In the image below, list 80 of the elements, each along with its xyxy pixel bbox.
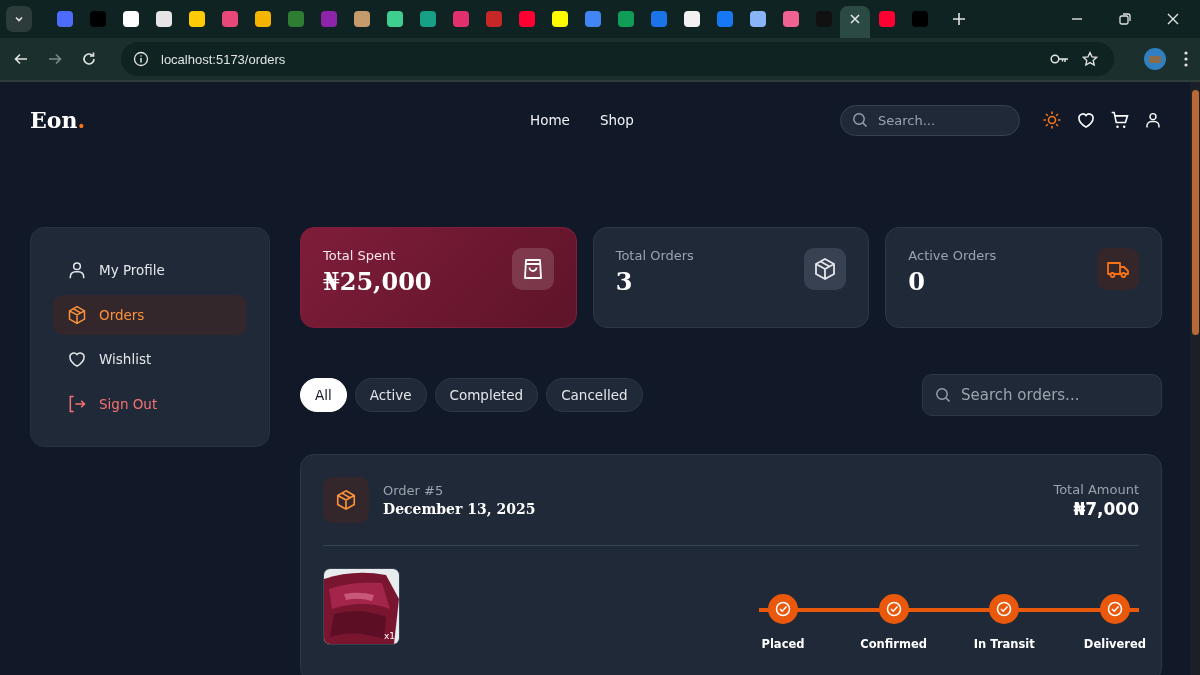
restore-icon[interactable] bbox=[1118, 12, 1132, 26]
favicon-icon bbox=[485, 11, 502, 27]
favicon-icon bbox=[56, 11, 73, 27]
favicon-icon bbox=[254, 11, 271, 27]
box-icon bbox=[813, 257, 838, 281]
favicon-icon bbox=[617, 11, 634, 27]
heart-icon[interactable] bbox=[1076, 110, 1096, 130]
favicon-icon bbox=[287, 11, 304, 27]
scrollbar-thumb[interactable] bbox=[1191, 90, 1199, 335]
close-icon[interactable] bbox=[849, 13, 861, 25]
nav-link[interactable]: Shop bbox=[599, 112, 634, 128]
star-icon[interactable] bbox=[1082, 51, 1098, 67]
total-label: Total Amount bbox=[1053, 481, 1139, 497]
filter-chip[interactable]: All bbox=[300, 378, 347, 412]
favicon-icon bbox=[683, 11, 700, 27]
favicon-icon bbox=[221, 11, 238, 27]
box-icon bbox=[335, 489, 357, 511]
total-amount: ₦7,000 bbox=[1073, 498, 1139, 519]
favicon-icon bbox=[122, 11, 139, 27]
box-icon bbox=[67, 304, 87, 325]
filter-chip[interactable]: Completed bbox=[434, 378, 539, 412]
order-number: Order #5 bbox=[383, 483, 445, 498]
favicon-icon bbox=[188, 11, 205, 27]
user-icon[interactable] bbox=[1144, 110, 1162, 130]
menu-icon[interactable] bbox=[1184, 51, 1188, 67]
quantity-label: x1 bbox=[383, 631, 395, 641]
nav-link[interactable]: Home bbox=[530, 112, 570, 128]
sign-out-icon bbox=[67, 393, 87, 414]
search-field[interactable]: Search... bbox=[840, 104, 1020, 136]
favicon-icon bbox=[353, 11, 370, 27]
cart-icon[interactable] bbox=[1110, 110, 1130, 130]
filter-chip[interactable]: Cancelled bbox=[546, 378, 643, 412]
favicon-icon bbox=[782, 11, 799, 27]
step-label: Confirmed bbox=[860, 637, 928, 651]
sidebar-item[interactable]: My Profile bbox=[53, 250, 247, 291]
key-icon[interactable] bbox=[1050, 52, 1070, 66]
favicon-icon bbox=[155, 11, 172, 27]
logo[interactable]: Eon. bbox=[30, 107, 530, 133]
favicon-icon bbox=[749, 11, 766, 27]
sun-icon[interactable] bbox=[1042, 110, 1062, 130]
favicon-icon bbox=[878, 11, 895, 27]
favicon-icon bbox=[419, 11, 436, 27]
sidebar-item[interactable]: Wishlist bbox=[53, 339, 247, 380]
favicon-icon bbox=[716, 11, 733, 27]
step-label: Delivered bbox=[1083, 637, 1147, 651]
close-icon[interactable] bbox=[1166, 12, 1180, 26]
favicon-icon bbox=[584, 11, 601, 27]
address-bar[interactable]: localhost:5173/orders bbox=[121, 42, 1114, 76]
favicon-icon bbox=[452, 11, 469, 27]
stat-value: ₦25,000 bbox=[323, 267, 432, 296]
favicon-icon bbox=[386, 11, 403, 27]
step-label: Placed bbox=[761, 637, 805, 651]
favicon-icon bbox=[89, 11, 106, 27]
back-icon[interactable] bbox=[13, 51, 29, 67]
search-icon bbox=[852, 112, 868, 128]
reload-icon[interactable] bbox=[81, 51, 97, 67]
heart-icon bbox=[67, 349, 87, 370]
favicon-icon bbox=[551, 11, 568, 27]
stat-value: 0 bbox=[908, 267, 927, 296]
favicon-icon bbox=[650, 11, 667, 27]
info-icon[interactable] bbox=[133, 51, 149, 67]
sidebar-item[interactable]: Orders bbox=[53, 294, 247, 335]
search-field[interactable]: Search orders... bbox=[922, 374, 1162, 416]
user-icon bbox=[67, 260, 87, 281]
stat-label: Total Spent bbox=[323, 248, 397, 263]
stat-label: Total Orders bbox=[615, 248, 694, 263]
stat-value: 3 bbox=[615, 267, 634, 296]
new-tab-icon[interactable] bbox=[952, 12, 966, 26]
favicon-icon bbox=[320, 11, 337, 27]
avatar-icon[interactable] bbox=[1144, 48, 1166, 70]
order-date: December 13, 2025 bbox=[383, 501, 537, 517]
stat-label: Active Orders bbox=[908, 248, 997, 263]
search-icon bbox=[935, 387, 951, 403]
tab-list-button[interactable] bbox=[6, 6, 32, 32]
favicon-icon bbox=[911, 11, 928, 27]
step-label: In Transit bbox=[973, 637, 1035, 651]
favicon-icon bbox=[518, 11, 535, 27]
filter-chip[interactable]: Active bbox=[354, 378, 427, 412]
sidebar-item[interactable]: Sign Out bbox=[53, 383, 247, 424]
forward-icon[interactable] bbox=[47, 51, 63, 67]
